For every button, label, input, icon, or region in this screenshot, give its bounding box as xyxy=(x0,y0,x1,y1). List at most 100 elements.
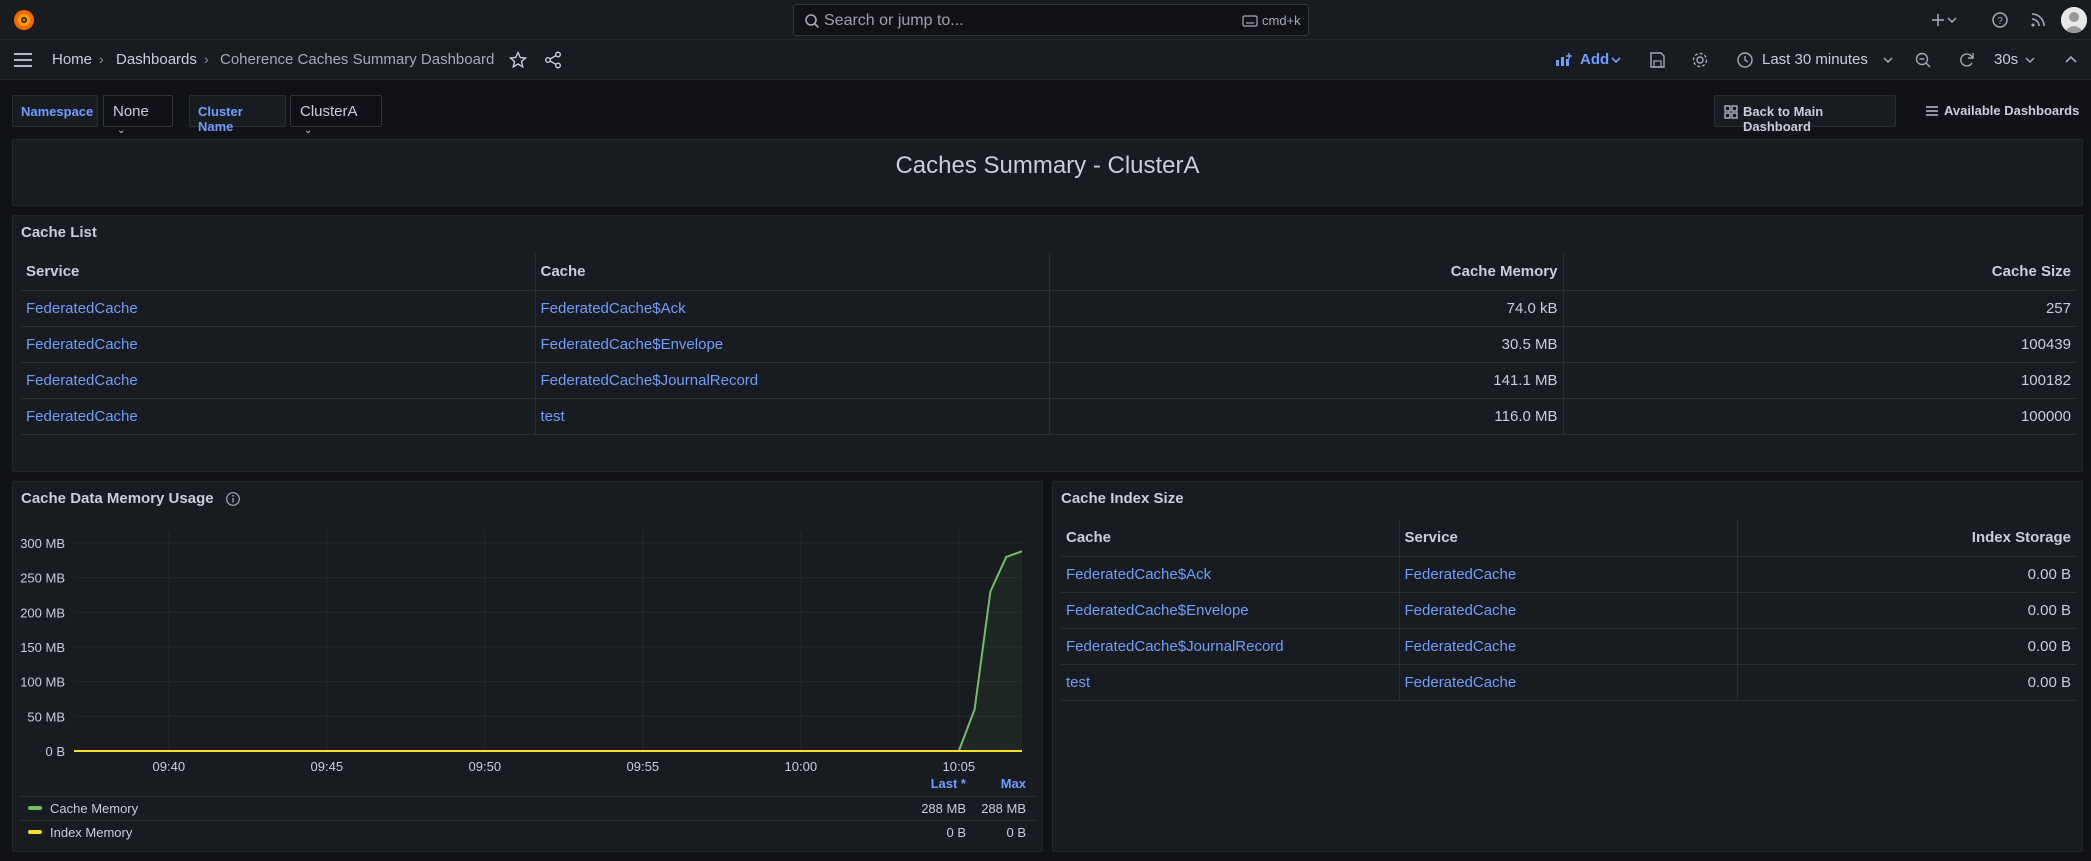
legend-last-value: 288 MB xyxy=(921,801,966,816)
help-icon[interactable]: ? xyxy=(1990,10,2010,30)
dashboard-grid-icon xyxy=(1724,105,1738,119)
column-header-cache-memory[interactable]: Cache Memory xyxy=(1049,254,1564,291)
service-link[interactable]: FederatedCache xyxy=(21,326,536,363)
settings-gear-icon[interactable] xyxy=(1690,50,1710,70)
legend-swatch xyxy=(28,830,42,834)
service-link[interactable]: FederatedCache xyxy=(21,290,536,327)
search-icon xyxy=(805,14,820,29)
cache-link[interactable]: test xyxy=(1061,664,1400,701)
clock-icon[interactable] xyxy=(1735,50,1755,70)
namespace-variable-label: Namespace xyxy=(12,95,98,127)
service-link[interactable]: FederatedCache xyxy=(21,398,536,435)
refresh-interval-picker[interactable]: 30s xyxy=(1994,51,2018,68)
add-panel-icon[interactable] xyxy=(1555,50,1573,70)
index-panel-title: Cache Index Size xyxy=(1061,490,1184,507)
cache-memory-cell: 116.0 MB xyxy=(1049,398,1564,435)
cache-memory-cell: 141.1 MB xyxy=(1049,362,1564,399)
cache-list-title: Cache List xyxy=(21,224,97,241)
service-link[interactable]: FederatedCache xyxy=(1399,556,1738,593)
legend-header-max[interactable]: Max xyxy=(980,776,1026,791)
cache-size-cell: 100439 xyxy=(1563,326,2076,363)
legend-max-value: 0 B xyxy=(1006,825,1026,840)
add-button[interactable]: Add xyxy=(1580,51,1609,68)
cache-memory-cell: 74.0 kB xyxy=(1049,290,1564,327)
cache-link[interactable]: test xyxy=(535,398,1050,435)
cache-list-panel: Cache List Service Cache Cache Memory Ca… xyxy=(12,215,2083,472)
save-icon[interactable] xyxy=(1647,50,1667,70)
service-link[interactable]: FederatedCache xyxy=(1399,664,1738,701)
cache-size-cell: 257 xyxy=(1563,290,2076,327)
star-icon[interactable] xyxy=(508,50,528,70)
table-row: FederatedCache FederatedCache$Ack 74.0 k… xyxy=(21,290,2076,327)
user-avatar[interactable] xyxy=(2061,7,2087,33)
column-header-cache-size[interactable]: Cache Size xyxy=(1563,254,2076,291)
legend-last-value: 0 B xyxy=(946,825,966,840)
table-header-row: Cache Service Index Storage xyxy=(1061,520,2076,557)
share-icon[interactable] xyxy=(543,50,563,70)
legend-max-value: 288 MB xyxy=(981,801,1026,816)
news-feed-icon[interactable] xyxy=(2028,10,2048,30)
time-range-picker[interactable]: Last 30 minutes xyxy=(1762,51,1868,68)
back-to-main-dashboard-label: Back to Main Dashboard xyxy=(1743,104,1824,134)
column-header-service[interactable]: Service xyxy=(21,254,536,291)
legend-header-last[interactable]: Last * xyxy=(900,776,966,791)
chevron-down-icon[interactable] xyxy=(1946,10,1958,30)
breadcrumb-separator: › xyxy=(204,51,209,67)
service-link[interactable]: FederatedCache xyxy=(1399,592,1738,629)
grafana-logo-icon[interactable] xyxy=(12,8,36,32)
legend-series-name: Cache Memory xyxy=(50,801,139,816)
cache-size-cell: 100182 xyxy=(1563,362,2076,399)
chevron-down-icon[interactable] xyxy=(1610,50,1622,70)
back-to-main-dashboard-link[interactable]: Back to Main Dashboard xyxy=(1714,95,1896,134)
summary-title-panel: Caches Summary - ClusterA xyxy=(12,139,2083,206)
index-storage-cell: 0.00 B xyxy=(1737,592,2076,629)
cluster-name-select[interactable]: ClusterA ⌄ xyxy=(290,95,382,136)
new-plus-icon[interactable] xyxy=(1928,10,1948,30)
table-row: FederatedCache test 116.0 MB 100000 xyxy=(21,398,2076,435)
refresh-icon[interactable] xyxy=(1957,50,1977,70)
search-shortcut: cmd+k xyxy=(1262,13,1301,28)
chevron-down-icon[interactable] xyxy=(1882,50,1894,70)
search-placeholder: Search or jump to... xyxy=(824,12,964,29)
table-row: FederatedCache FederatedCache$JournalRec… xyxy=(21,362,2076,399)
legend-row-index-memory[interactable]: Index Memory 0 B 0 B xyxy=(20,820,1036,842)
legend-row-cache-memory[interactable]: Cache Memory 288 MB 288 MB xyxy=(20,796,1036,818)
cache-link[interactable]: FederatedCache$Ack xyxy=(1061,556,1400,593)
column-header-index-storage[interactable]: Index Storage xyxy=(1737,520,2076,557)
search-input[interactable]: Search or jump to... cmd+k xyxy=(793,4,1309,36)
index-storage-cell: 0.00 B xyxy=(1737,628,2076,665)
chevron-up-icon[interactable] xyxy=(2064,50,2078,70)
cache-list-table: Service Cache Cache Memory Cache Size Fe… xyxy=(21,254,2076,435)
cache-link[interactable]: FederatedCache$Envelope xyxy=(535,326,1050,363)
cache-link[interactable]: FederatedCache$JournalRecord xyxy=(1061,628,1400,665)
column-header-cache[interactable]: Cache xyxy=(535,254,1050,291)
column-header-service[interactable]: Service xyxy=(1399,520,1738,557)
index-storage-cell: 0.00 B xyxy=(1737,664,2076,701)
chevron-down-icon: ⌄ xyxy=(304,125,313,136)
summary-title: Caches Summary - ClusterA xyxy=(895,152,1200,179)
chevron-down-icon: ⌄ xyxy=(117,125,126,136)
cluster-name-variable-label: Cluster Name xyxy=(189,95,286,134)
service-link[interactable]: FederatedCache xyxy=(1399,628,1738,665)
chevron-down-icon[interactable] xyxy=(2024,50,2036,70)
zoom-out-icon[interactable] xyxy=(1913,50,1933,70)
breadcrumb-home[interactable]: Home xyxy=(52,51,92,68)
svg-text:?: ? xyxy=(1997,16,2003,27)
index-storage-cell: 0.00 B xyxy=(1737,556,2076,593)
breadcrumb-dashboards[interactable]: Dashboards xyxy=(116,51,197,68)
column-header-cache[interactable]: Cache xyxy=(1061,520,1400,557)
list-icon xyxy=(1926,106,1938,116)
info-icon[interactable] xyxy=(225,491,241,507)
available-dashboards-menu[interactable]: Available Dashboards xyxy=(1944,103,2079,118)
service-link[interactable]: FederatedCache xyxy=(21,362,536,399)
cache-size-cell: 100000 xyxy=(1563,398,2076,435)
menu-icon[interactable] xyxy=(12,50,34,70)
breadcrumb-bar: Home › Dashboards › Coherence Caches Sum… xyxy=(0,40,2091,80)
table-row: FederatedCache$JournalRecord FederatedCa… xyxy=(1061,628,2076,665)
memory-panel-title: Cache Data Memory Usage xyxy=(21,490,214,507)
cache-link[interactable]: FederatedCache$Envelope xyxy=(1061,592,1400,629)
keyboard-icon xyxy=(1242,15,1258,27)
namespace-select[interactable]: None ⌄ xyxy=(103,95,173,136)
cache-link[interactable]: FederatedCache$JournalRecord xyxy=(535,362,1050,399)
cache-link[interactable]: FederatedCache$Ack xyxy=(535,290,1050,327)
